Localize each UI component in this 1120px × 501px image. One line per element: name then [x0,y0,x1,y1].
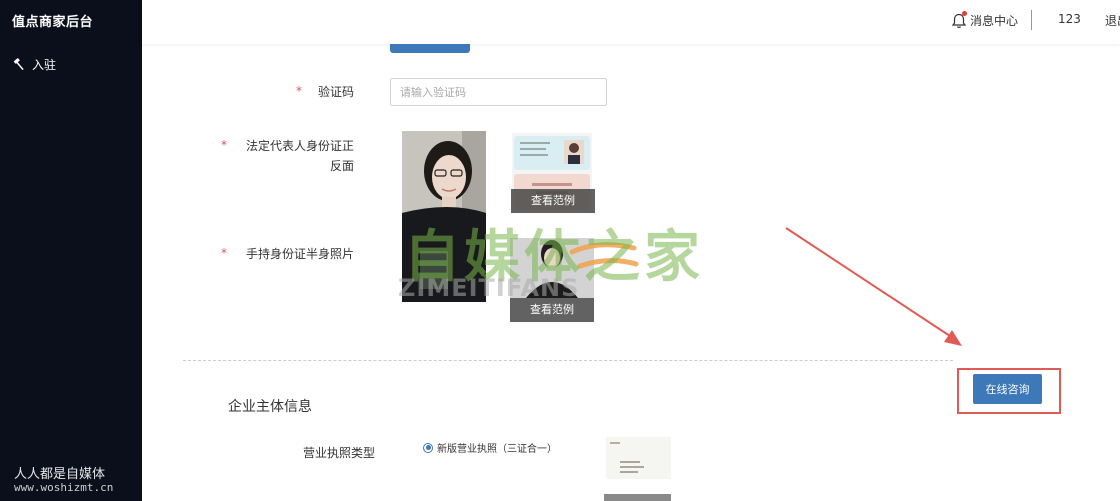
section-divider [183,360,953,361]
license-example-bar [604,494,671,501]
id-back-label-line2: 反面 [329,159,354,173]
notification-dot [962,11,967,16]
topbar-divider [1031,10,1032,30]
license-example-image [606,437,671,479]
sidebar-item-label: 入驻 [32,58,57,72]
view-example-button-handheld[interactable]: 查看范例 [510,298,594,322]
watermark-url: www.woshizmt.cn [14,481,114,494]
id-back-label: 法定代表人身份证正 反面 [228,136,354,176]
watermark-slogan: 人人都是自媒体 [14,467,106,482]
license-type-label: 营业执照类型 [302,446,375,460]
section-title-enterprise: 企业主体信息 [228,399,312,415]
send-code-button[interactable] [390,44,470,53]
required-mark: * [221,138,227,152]
sidebar: 值点商家后台 入驻 人人都是自媒体 www.woshizmt.cn [0,0,142,501]
user-name[interactable]: 123 [1058,12,1081,26]
required-mark: * [221,246,227,260]
license-option-label: 新版营业执照（三证合一） [437,444,557,455]
uploaded-portrait-photo[interactable] [402,131,486,302]
online-consult-button[interactable]: 在线咨询 [973,374,1042,404]
license-type-radio[interactable]: 新版营业执照（三证合一） [423,440,557,455]
id-back-label-line1: 法定代表人身份证正 [245,139,354,153]
captcha-label: 验证码 [317,85,354,99]
handheld-label: 手持身份证半身照片 [245,247,354,261]
sidebar-item-entry[interactable]: 入驻 [12,56,56,73]
handheld-example-image [510,238,594,298]
bell-icon[interactable] [950,11,968,30]
hammer-icon [13,58,24,70]
brand-title: 值点商家后台 [12,15,94,30]
annotation-arrow-icon [785,227,962,346]
top-bar: 消息中心 123 退出 [142,0,1120,44]
logout-link[interactable]: 退出 [1105,12,1120,29]
view-example-button-id[interactable]: 查看范例 [511,189,595,213]
radio-checked-icon [423,442,433,453]
captcha-input[interactable] [390,78,607,106]
message-center-link[interactable]: 消息中心 [970,12,1018,29]
